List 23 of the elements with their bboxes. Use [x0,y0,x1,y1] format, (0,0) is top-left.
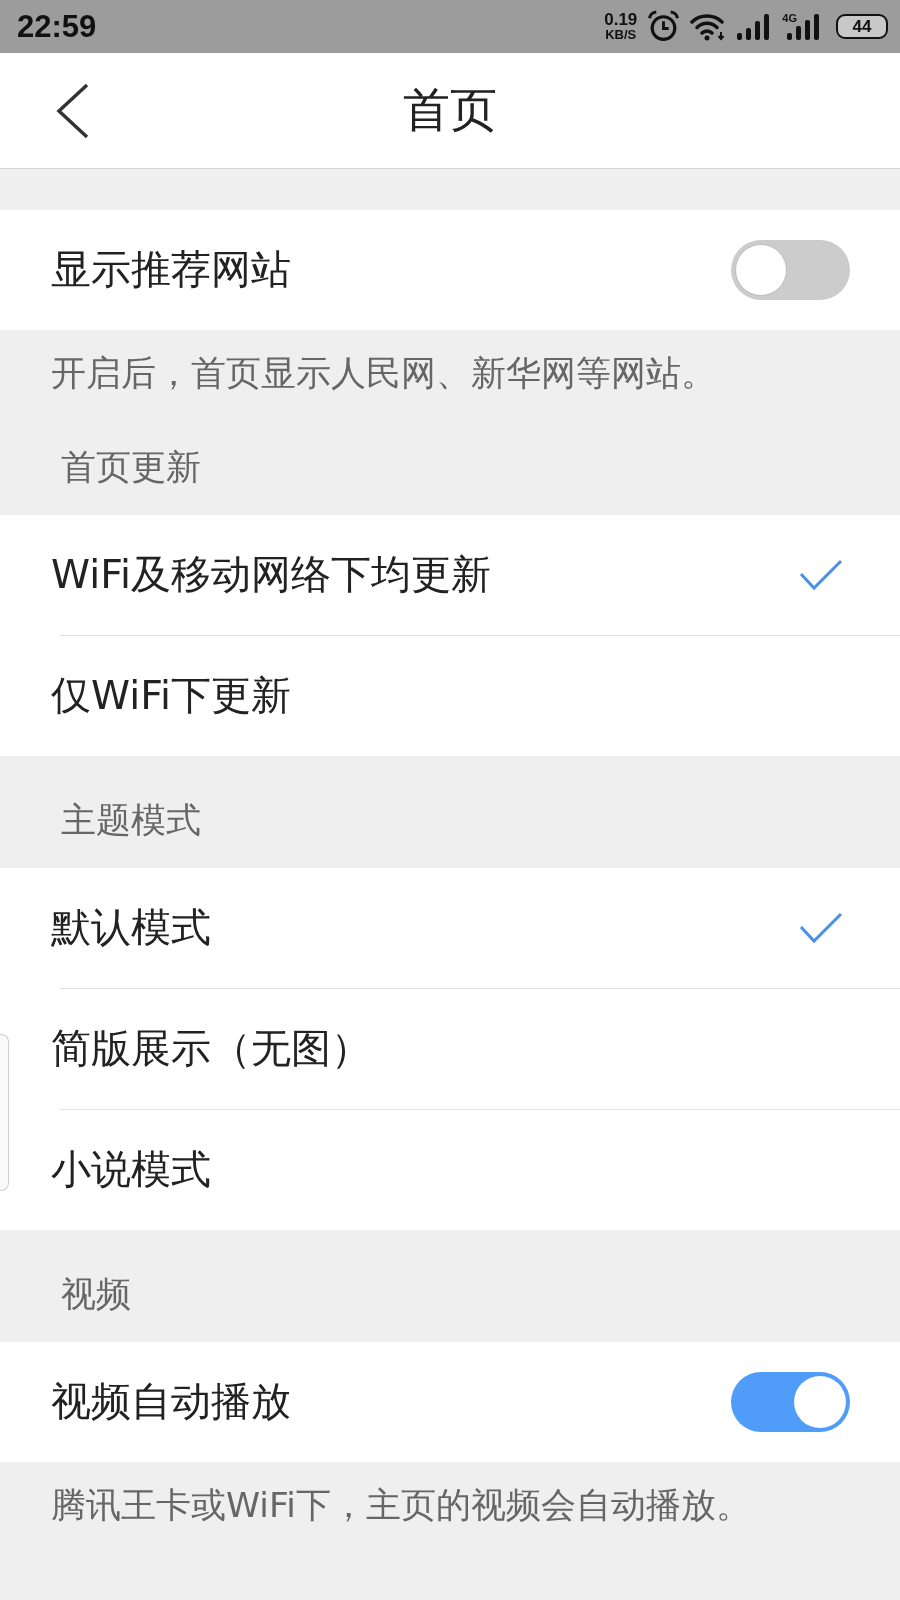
side-handle[interactable] [0,1034,9,1191]
toggle-switch[interactable] [731,240,850,300]
hint-text: 腾讯王卡或WiFi下，主页的视频会自动播放。 [50,1484,752,1527]
setting-label: 视频自动播放 [51,1377,291,1426]
hint-text: 开启后，首页显示人民网、新华网等网站。 [50,352,717,395]
setting-label: 显示推荐网站 [51,245,291,294]
clock-time: 22:59 [17,8,97,45]
page-title: 首页 [403,81,497,139]
option-item[interactable]: 仅WiFi下更新 [0,636,900,756]
option-item[interactable]: 简版展示（无图） [0,989,900,1109]
section-title: 首页更新 [60,446,202,489]
toggle-switch[interactable] [731,1372,850,1432]
alarm-clock-icon [647,10,681,43]
section-title: 视频 [60,1273,132,1316]
net-speed: 0.19 [604,11,638,28]
net-speed-unit: KB/S [605,27,637,42]
option-item[interactable]: 默认模式 [0,868,900,988]
option-item[interactable]: 小说模式 [0,1110,900,1230]
option-item[interactable]: WiFi及移动网络下均更新 [0,515,900,635]
battery-indicator: 44 [836,14,888,39]
section-title: 主题模式 [60,799,202,842]
wifi-icon [690,12,727,41]
network-type: 4G [782,12,797,24]
